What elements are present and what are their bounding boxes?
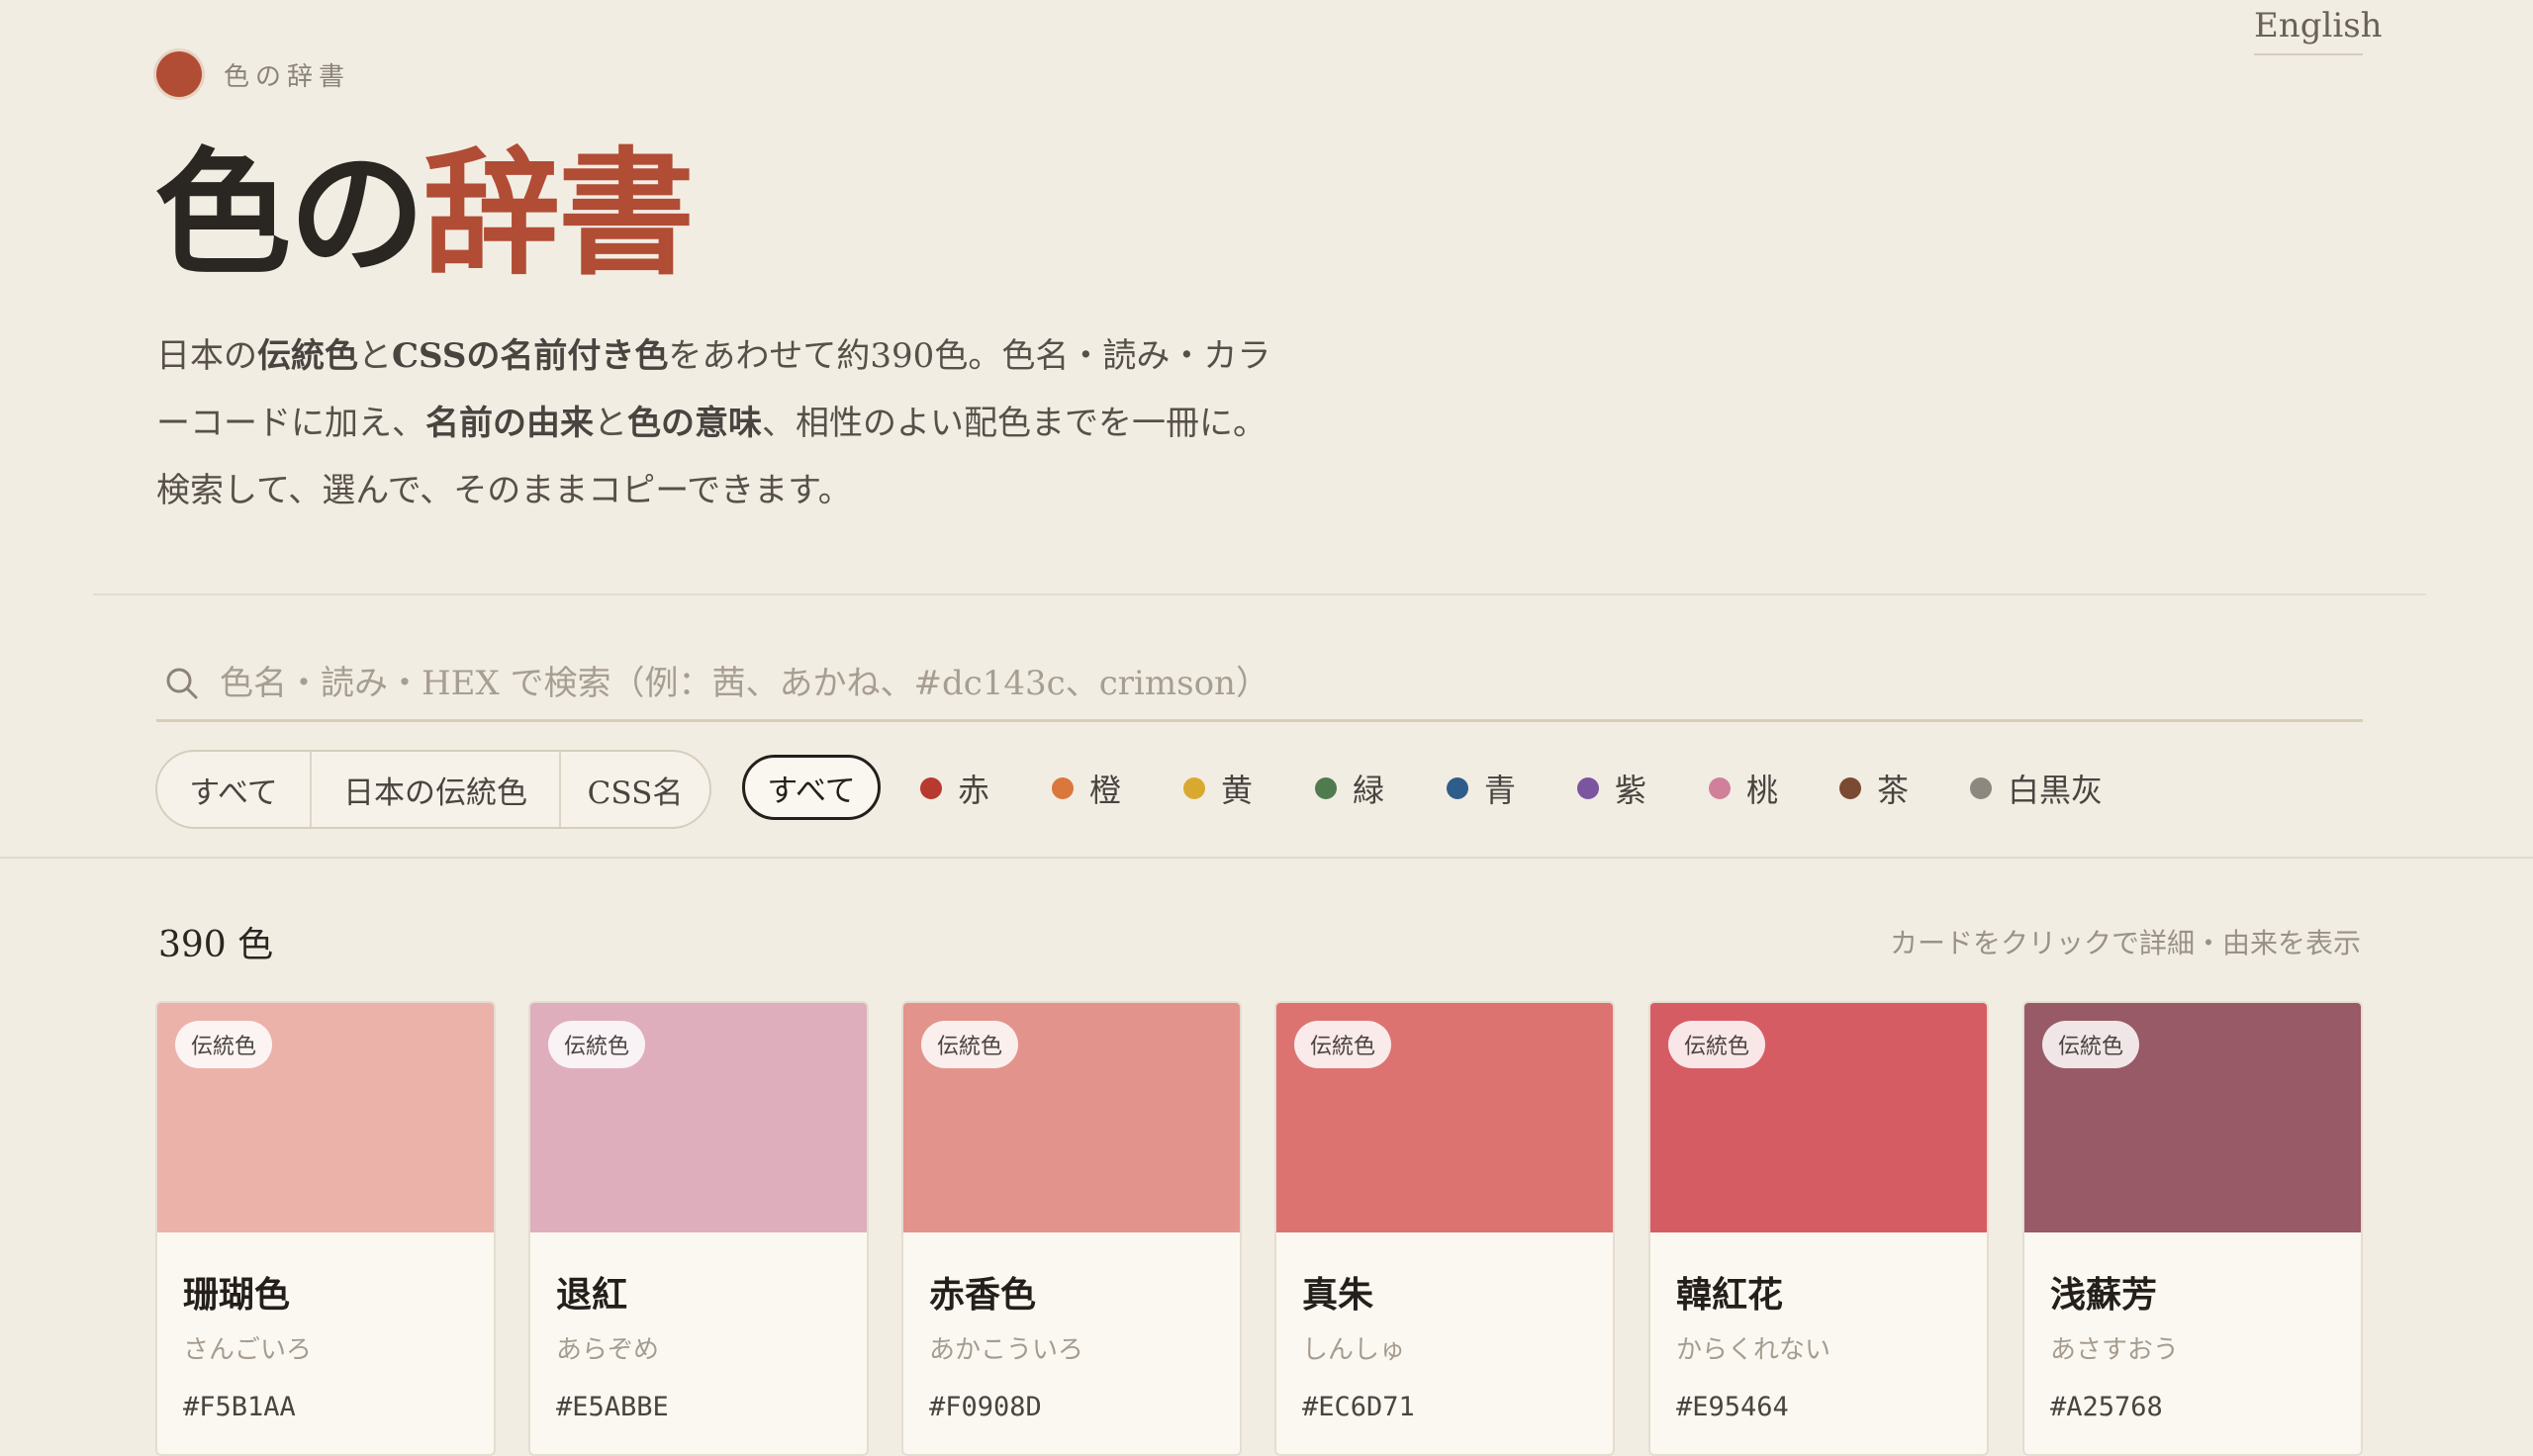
hue-label: 橙 bbox=[1089, 772, 1122, 809]
color-swatch: 伝統色 bbox=[2024, 1003, 2361, 1232]
hue-label: 緑 bbox=[1353, 772, 1385, 809]
color-hex: #E5ABBE bbox=[556, 1392, 669, 1422]
color-swatch: 伝統色 bbox=[903, 1003, 1240, 1232]
category-badge: 伝統色 bbox=[2042, 1021, 2140, 1068]
hue-swatch-dot bbox=[1839, 777, 1861, 799]
hue-filter-pink[interactable]: 桃 bbox=[1709, 764, 1778, 813]
hue-filter-yellow[interactable]: 黄 bbox=[1183, 764, 1253, 813]
brand[interactable]: 色の辞書 bbox=[156, 51, 350, 97]
description-line-3: 検索して、選んで、そのままコピーできます。 bbox=[156, 471, 852, 510]
color-name: 浅蘇芳 bbox=[2050, 1274, 2158, 1316]
category-option-css[interactable]: CSS名 bbox=[559, 752, 709, 827]
category-option-traditional[interactable]: 日本の伝統色 bbox=[310, 752, 559, 827]
search-bar[interactable] bbox=[156, 648, 2363, 722]
color-name: 韓紅花 bbox=[1676, 1274, 1784, 1316]
header-divider bbox=[93, 593, 2426, 595]
category-badge: 伝統色 bbox=[175, 1021, 273, 1068]
color-reading: しんしゅ bbox=[1302, 1335, 1406, 1365]
color-hex: #F0908D bbox=[929, 1392, 1042, 1422]
filter-divider bbox=[0, 857, 2533, 859]
description-line-1: 日本の伝統色とCSSの名前付き色をあわせて約390色。色名・読み・カラ bbox=[156, 336, 1271, 376]
color-card[interactable]: 伝統色 真朱 しんしゅ #EC6D71 bbox=[1274, 1001, 1615, 1456]
color-hex: #A25768 bbox=[2050, 1392, 2163, 1422]
color-reading: さんごいろ bbox=[183, 1335, 313, 1365]
color-swatch: 伝統色 bbox=[530, 1003, 867, 1232]
hue-label: 青 bbox=[1484, 772, 1517, 809]
hue-filter-neutral[interactable]: 白黒灰 bbox=[1970, 764, 2103, 813]
hue-label: 桃 bbox=[1746, 772, 1779, 809]
hue-swatch-dot bbox=[1709, 777, 1731, 799]
color-name: 珊瑚色 bbox=[183, 1274, 291, 1316]
hue-filter-all[interactable]: すべて bbox=[742, 755, 881, 820]
brand-logo-dot bbox=[156, 51, 202, 97]
hue-filter-brown[interactable]: 茶 bbox=[1839, 764, 1909, 813]
page-title-part1: 色の bbox=[154, 133, 425, 294]
color-hex: #F5B1AA bbox=[183, 1392, 296, 1422]
brand-name: 色の辞書 bbox=[224, 61, 351, 92]
color-swatch: 伝統色 bbox=[1276, 1003, 1613, 1232]
hue-filter-blue[interactable]: 青 bbox=[1447, 764, 1516, 813]
color-card[interactable]: 伝統色 浅蘇芳 あさすおう #A25768 bbox=[2022, 1001, 2363, 1456]
color-reading: あかこういろ bbox=[929, 1335, 1084, 1365]
color-swatch: 伝統色 bbox=[1650, 1003, 1987, 1232]
page-title-accent: 辞書 bbox=[423, 133, 695, 294]
category-badge: 伝統色 bbox=[548, 1021, 646, 1068]
hue-filter-purple[interactable]: 紫 bbox=[1577, 764, 1646, 813]
category-badge: 伝統色 bbox=[1668, 1021, 1766, 1068]
hue-swatch-dot bbox=[1447, 777, 1468, 799]
hue-label: 赤 bbox=[958, 772, 990, 809]
hue-swatch-dot bbox=[1970, 777, 1992, 799]
category-option-all[interactable]: すべて bbox=[157, 752, 310, 827]
hue-swatch-dot bbox=[920, 777, 942, 799]
color-reading: あらぞめ bbox=[556, 1335, 660, 1365]
color-name: 真朱 bbox=[1302, 1274, 1374, 1316]
hero-description: 日本の伝統色とCSSの名前付き色をあわせて約390色。色名・読み・カラ ーコード… bbox=[156, 322, 1363, 524]
category-badge: 伝統色 bbox=[1294, 1021, 1392, 1068]
color-reading: あさすおう bbox=[2050, 1335, 2180, 1365]
language-switch-link[interactable]: English bbox=[2254, 6, 2383, 55]
color-name: 退紅 bbox=[556, 1274, 628, 1316]
category-badge: 伝統色 bbox=[921, 1021, 1019, 1068]
hue-filter-orange[interactable]: 橙 bbox=[1052, 764, 1121, 813]
color-hex: #E95464 bbox=[1676, 1392, 1789, 1422]
hue-swatch-dot bbox=[1577, 777, 1599, 799]
hue-filter-green[interactable]: 緑 bbox=[1315, 764, 1384, 813]
color-card[interactable]: 伝統色 韓紅花 からくれない #E95464 bbox=[1648, 1001, 1989, 1456]
results-hint: カードをクリックで詳細・由来を表示 bbox=[1889, 927, 2361, 959]
search-icon bbox=[166, 668, 198, 699]
color-swatch: 伝統色 bbox=[157, 1003, 494, 1232]
hue-label: 紫 bbox=[1615, 772, 1647, 809]
hue-label: 白黒灰 bbox=[2008, 772, 2104, 809]
hue-filter-red[interactable]: 赤 bbox=[920, 764, 989, 813]
results-count: 390 色 bbox=[158, 925, 274, 965]
color-hex: #EC6D71 bbox=[1302, 1392, 1415, 1422]
color-card[interactable]: 伝統色 赤香色 あかこういろ #F0908D bbox=[901, 1001, 1242, 1456]
color-reading: からくれない bbox=[1676, 1335, 1831, 1365]
hue-swatch-dot bbox=[1183, 777, 1205, 799]
search-input[interactable] bbox=[218, 663, 2363, 704]
description-line-2: ーコードに加え、名前の由来と色の意味、相性のよい配色までを一冊に。 bbox=[156, 404, 1266, 443]
hue-swatch-dot bbox=[1052, 777, 1074, 799]
hue-label: 黄 bbox=[1221, 772, 1254, 809]
page-title: 色の辞書 bbox=[154, 138, 695, 289]
category-filter: すべて 日本の伝統色 CSS名 bbox=[155, 750, 711, 829]
hue-swatch-dot bbox=[1315, 777, 1337, 799]
color-card[interactable]: 伝統色 珊瑚色 さんごいろ #F5B1AA bbox=[155, 1001, 496, 1456]
hue-label: 茶 bbox=[1877, 772, 1910, 809]
color-name: 赤香色 bbox=[929, 1274, 1037, 1316]
color-card[interactable]: 伝統色 退紅 あらぞめ #E5ABBE bbox=[528, 1001, 869, 1456]
